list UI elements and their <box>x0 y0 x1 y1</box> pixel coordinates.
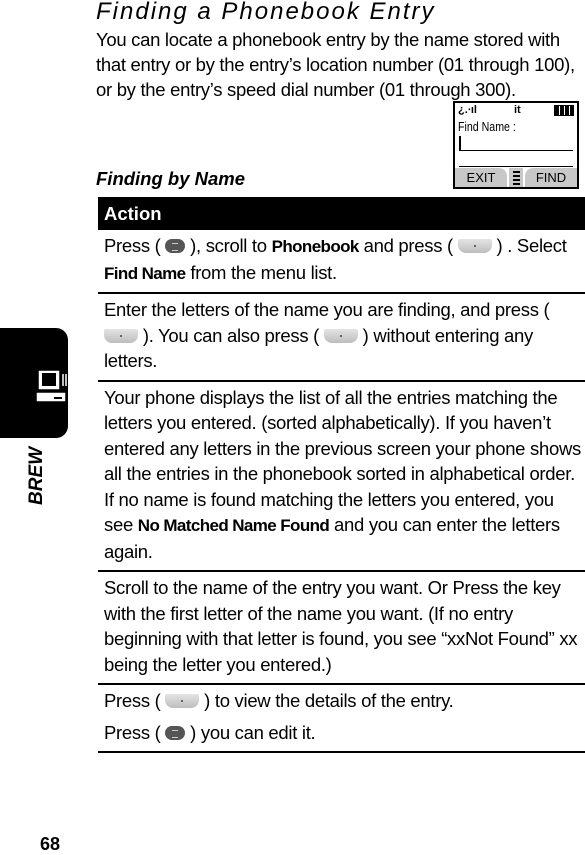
action-step: Scroll to the name of the entry you want… <box>104 575 581 677</box>
battery-icon <box>554 105 574 116</box>
signal-icon: ¿.∙ıl <box>458 104 477 116</box>
exit-softkey: EXIT <box>455 168 507 187</box>
table-row: Enter the letters of the name you are fi… <box>98 294 585 382</box>
step-text: ) to view the details of the entry. <box>199 690 454 711</box>
action-step: Press ( ) to view the details of the ent… <box>104 688 581 714</box>
table-header: Action <box>98 197 585 230</box>
action-step: Enter the letters of the name you are fi… <box>104 297 581 374</box>
step-text: and press ( <box>358 235 458 256</box>
soft-key-icon <box>457 239 492 253</box>
ui-term: No Matched Name Found <box>137 516 330 535</box>
find-softkey: FIND <box>525 168 577 187</box>
step-text: Press ( <box>104 721 166 743</box>
step-text: from the menu list. <box>185 261 337 283</box>
step-text: Press ( <box>104 235 166 256</box>
step-text: ) . Select <box>491 235 567 256</box>
soft-key-icon <box>165 694 200 708</box>
ui-term: Find Name <box>104 263 186 283</box>
status-mid-icon: it <box>514 104 521 116</box>
table-row: Scroll to the name of the entry you want… <box>98 572 585 685</box>
soft-key-icon <box>323 328 358 343</box>
step-text: Your phone displays the list of all the … <box>104 386 581 536</box>
soft-key-icon <box>104 328 138 343</box>
text-cursor <box>459 136 461 151</box>
step-text: ) you can edit it. <box>185 721 316 743</box>
menu-key-icon <box>165 725 186 740</box>
divider <box>459 166 573 167</box>
table-row: Press ( ) to view the details of the ent… <box>98 685 585 753</box>
section-heading: Finding by Name <box>96 168 246 189</box>
menu-icon <box>509 168 523 187</box>
chapter-label: BREW <box>26 446 47 505</box>
action-step: Press ( ) you can edit it. <box>104 720 581 746</box>
computer-phone-icon <box>36 368 81 404</box>
menu-key-icon <box>165 239 186 253</box>
step-text: ), scroll to <box>185 235 272 256</box>
softkey-bar: EXIT FIND <box>455 168 577 187</box>
ui-term: Phonebook <box>271 237 360 256</box>
status-bar: ¿.∙ıl it <box>458 104 574 118</box>
action-step: Your phone displays the list of all the … <box>104 385 581 565</box>
phone-screen-illustration: ¿.∙ıl it Find Name : EXIT FIND <box>453 101 579 189</box>
action-step: Press ( ), scroll to Phonebook and press… <box>104 233 581 286</box>
step-text: Scroll to the name of the entry you want… <box>104 577 578 675</box>
page-number: 68 <box>40 834 61 854</box>
input-line <box>459 150 573 151</box>
table-row: Your phone displays the list of all the … <box>98 382 585 572</box>
table-row: Press ( ), scroll to Phonebook and press… <box>98 230 585 294</box>
page-title: Finding a Phonebook Entry <box>96 0 436 25</box>
step-text: ). You can also press ( <box>138 324 324 346</box>
step-text: Enter the letters of the name you are fi… <box>104 299 550 320</box>
find-name-prompt: Find Name : <box>458 120 516 134</box>
action-table: Action Press ( ), scroll to Phonebook an… <box>98 197 585 753</box>
intro-paragraph: You can locate a phonebook entry by the … <box>96 29 575 100</box>
step-text: Press ( <box>104 690 166 711</box>
